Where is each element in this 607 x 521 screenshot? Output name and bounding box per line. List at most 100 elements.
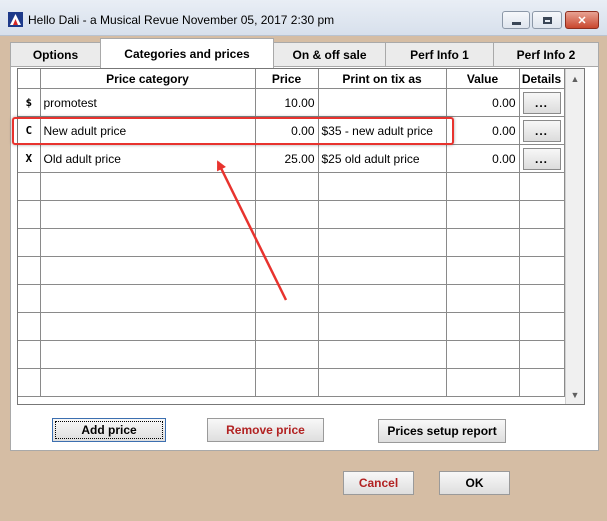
dialog-window: Hello Dali - a Musical Revue November 05… [0,0,607,521]
minimize-button[interactable] [502,11,530,29]
empty-cell[interactable] [18,312,41,341]
tab-perf-info-2[interactable]: Perf Info 2 [493,42,599,66]
empty-cell[interactable] [255,368,319,397]
empty-cell[interactable] [255,172,319,201]
empty-cell[interactable] [318,256,447,285]
scroll-up-icon[interactable]: ▲ [566,70,584,87]
empty-table-row[interactable] [18,312,584,341]
empty-cell[interactable] [18,228,41,257]
empty-cell[interactable] [318,284,447,313]
empty-cell[interactable] [446,340,520,369]
empty-cell[interactable] [446,312,520,341]
tab-perf-info-1[interactable]: Perf Info 1 [385,42,494,66]
empty-table-row[interactable] [18,172,584,201]
annotation-highlight-box [12,117,454,145]
empty-cell[interactable] [318,340,447,369]
row-print-on-tix[interactable]: $25 old adult price [318,144,447,173]
empty-table-row[interactable] [18,368,584,397]
empty-cell[interactable] [255,340,319,369]
header-price[interactable]: Price [255,69,319,89]
row-details-cell: ... [519,88,565,117]
grid-header-row: Price category Price Print on tix as Val… [18,69,584,89]
ok-button[interactable]: OK [439,471,510,495]
empty-cell[interactable] [40,228,256,257]
table-row[interactable]: $ promotest 10.00 0.00 ... [18,88,584,117]
row-code: X [18,144,41,173]
tab-categories-and-prices[interactable]: Categories and prices [100,38,274,68]
empty-cell[interactable] [255,256,319,285]
tab-on-off-sale[interactable]: On & off sale [273,42,386,66]
empty-cell[interactable] [519,256,565,285]
empty-cell[interactable] [255,284,319,313]
empty-cell[interactable] [255,312,319,341]
empty-cell[interactable] [255,228,319,257]
empty-table-row[interactable] [18,200,584,229]
empty-cell[interactable] [519,340,565,369]
empty-cell[interactable] [18,284,41,313]
header-print-on-tix[interactable]: Print on tix as [318,69,447,89]
details-button[interactable]: ... [522,147,561,170]
empty-cell[interactable] [318,172,447,201]
row-print-on-tix[interactable] [318,88,447,117]
empty-cell[interactable] [519,172,565,201]
row-details-cell: ... [519,116,565,145]
empty-cell[interactable] [446,200,520,229]
empty-cell[interactable] [40,312,256,341]
empty-cell[interactable] [18,256,41,285]
title-bar[interactable]: Hello Dali - a Musical Revue November 05… [0,0,607,36]
empty-cell[interactable] [318,228,447,257]
header-value[interactable]: Value [446,69,520,89]
empty-table-row[interactable] [18,340,584,369]
grid-scrollbar[interactable]: ▲ ▼ [565,69,584,404]
empty-cell[interactable] [519,284,565,313]
prices-setup-report-button[interactable]: Prices setup report [378,419,506,443]
close-icon: ✕ [577,14,587,27]
empty-cell[interactable] [40,368,256,397]
empty-cell[interactable] [40,340,256,369]
empty-cell[interactable] [40,256,256,285]
maximize-button[interactable] [532,11,562,29]
empty-cell[interactable] [255,200,319,229]
empty-cell[interactable] [18,368,41,397]
empty-cell[interactable] [446,284,520,313]
row-price[interactable]: 25.00 [255,144,319,173]
row-price-category[interactable]: Old adult price [40,144,256,173]
empty-cell[interactable] [519,228,565,257]
row-price[interactable]: 10.00 [255,88,319,117]
empty-cell[interactable] [446,256,520,285]
empty-cell[interactable] [18,172,41,201]
empty-cell[interactable] [446,172,520,201]
header-details[interactable]: Details [519,69,565,89]
row-value[interactable]: 0.00 [446,88,520,117]
empty-table-row[interactable] [18,228,584,257]
empty-cell[interactable] [40,200,256,229]
table-row[interactable]: X Old adult price 25.00 $25 old adult pr… [18,144,584,173]
empty-cell[interactable] [519,368,565,397]
cancel-button[interactable]: Cancel [343,471,414,495]
empty-cell[interactable] [18,200,41,229]
details-button[interactable]: ... [522,91,561,114]
header-code [18,69,41,89]
tab-options[interactable]: Options [10,42,101,66]
empty-cell[interactable] [519,200,565,229]
empty-cell[interactable] [446,228,520,257]
row-price-category[interactable]: promotest [40,88,256,117]
scroll-down-icon[interactable]: ▼ [566,386,584,403]
empty-cell[interactable] [40,284,256,313]
add-price-button[interactable]: Add price [52,418,166,442]
empty-cell[interactable] [519,312,565,341]
close-button[interactable]: ✕ [565,11,599,29]
empty-cell[interactable] [446,368,520,397]
empty-table-row[interactable] [18,284,584,313]
empty-cell[interactable] [318,312,447,341]
header-price-category[interactable]: Price category [40,69,256,89]
empty-cell[interactable] [18,340,41,369]
details-button[interactable]: ... [522,119,561,142]
empty-cell[interactable] [318,368,447,397]
remove-price-button[interactable]: Remove price [207,418,324,442]
empty-table-row[interactable] [18,256,584,285]
row-value[interactable]: 0.00 [446,116,520,145]
row-value[interactable]: 0.00 [446,144,520,173]
empty-cell[interactable] [318,200,447,229]
empty-cell[interactable] [40,172,256,201]
